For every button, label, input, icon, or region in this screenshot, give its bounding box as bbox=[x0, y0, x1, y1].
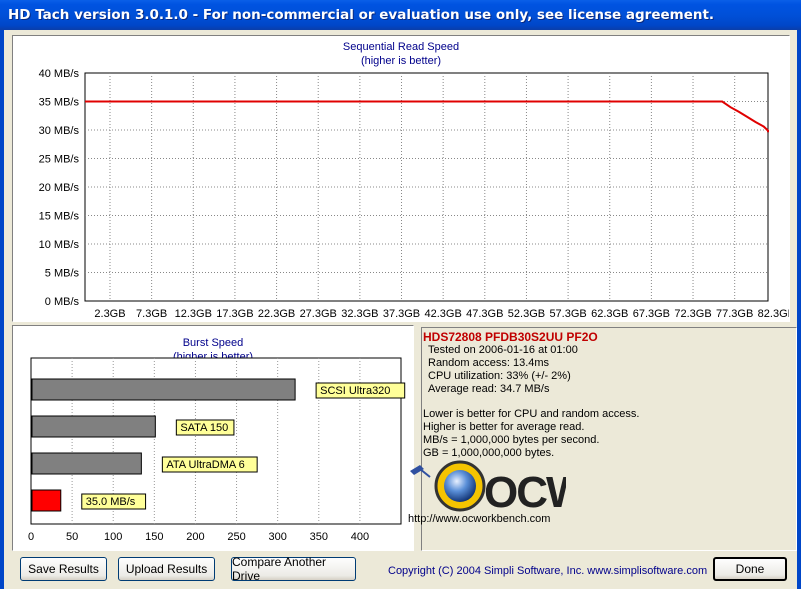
x-tick-label: 7.3GB bbox=[136, 308, 167, 320]
y-tick-label: 30 MB/s bbox=[39, 125, 80, 137]
burst-bar-label: SCSI Ultra320 bbox=[320, 385, 390, 397]
note-higher-better: Higher is better for average read. bbox=[423, 421, 585, 433]
drive-model: HDS72808 PFDB30S2UU PF2O bbox=[423, 330, 598, 344]
ocw-logo: OCW bbox=[410, 460, 566, 517]
hdtach-window: HD Tach version 3.0.1.0 - For non-commer… bbox=[0, 0, 801, 589]
y-tick-label: 5 MB/s bbox=[45, 268, 80, 280]
burst-bar bbox=[31, 415, 156, 438]
burst-x-tick-label: 200 bbox=[186, 531, 204, 543]
window-frame-left bbox=[0, 30, 4, 589]
x-tick-label: 32.3GB bbox=[341, 308, 378, 320]
burst-x-tick-label: 250 bbox=[227, 531, 245, 543]
y-tick-label: 35 MB/s bbox=[39, 97, 80, 109]
x-tick-label: 77.3GB bbox=[716, 308, 753, 320]
ocw-url[interactable]: http://www.ocworkbench.com bbox=[408, 513, 550, 525]
burst-speed-chart: 0 50 100 150 200 250 300 350 400 SCSI Ultra320 SAT… bbox=[28, 357, 406, 543]
burst-bar-label: 35.0 MB/s bbox=[86, 496, 136, 508]
burst-bar bbox=[31, 489, 62, 512]
x-tick-label: 67.3GB bbox=[633, 308, 670, 320]
x-tick-label: 27.3GB bbox=[300, 308, 337, 320]
x-tick-label: 17.3GB bbox=[216, 308, 253, 320]
x-tick-label: 37.3GB bbox=[383, 308, 420, 320]
burst-x-tick-label: 400 bbox=[351, 531, 369, 543]
y-tick-label: 15 MB/s bbox=[39, 211, 80, 223]
burst-x-tick-label: 100 bbox=[104, 531, 122, 543]
burst-x-tick-label: 150 bbox=[145, 531, 163, 543]
x-tick-label: 52.3GB bbox=[508, 308, 545, 320]
y-tick-label: 0 MB/s bbox=[45, 296, 80, 308]
y-tick-label: 10 MB/s bbox=[39, 239, 80, 251]
save-results-button[interactable]: Save Results bbox=[20, 557, 107, 581]
x-tick-label: 42.3GB bbox=[425, 308, 462, 320]
burst-bar bbox=[31, 378, 296, 401]
info-cpu-utilization: CPU utilization: 33% (+/- 2%) bbox=[428, 370, 571, 382]
x-tick-label: 47.3GB bbox=[466, 308, 503, 320]
y-tick-label: 25 MB/s bbox=[39, 154, 80, 166]
globe-icon bbox=[444, 470, 476, 502]
x-tick-label: 2.3GB bbox=[94, 308, 125, 320]
y-tick-label: 40 MB/s bbox=[39, 68, 80, 80]
compare-another-drive-label: Compare Another Drive bbox=[232, 555, 327, 583]
burst-x-tick-label: 300 bbox=[268, 531, 286, 543]
satellite-icon bbox=[410, 465, 431, 478]
title-bar[interactable]: HD Tach version 3.0.1.0 - For non-commer… bbox=[0, 0, 801, 30]
window-title: HD Tach version 3.0.1.0 - For non-commer… bbox=[8, 7, 715, 23]
note-lower-better: Lower is better for CPU and random acces… bbox=[423, 408, 640, 420]
burst-x-tick-label: 0 bbox=[28, 531, 34, 543]
sequential-read-panel: Sequential Read Speed (higher is better)… bbox=[12, 35, 790, 322]
note-mbs-definition: MB/s = 1,000,000 bytes per second. bbox=[423, 434, 600, 446]
x-tick-label: 22.3GB bbox=[258, 308, 295, 320]
done-label: Done bbox=[735, 562, 765, 576]
compare-another-drive-button[interactable]: Compare Another Drive bbox=[231, 555, 356, 583]
upload-results-label: Upload Results bbox=[125, 562, 208, 576]
save-results-label: Save Results bbox=[28, 562, 99, 576]
x-tick-label: 62.3GB bbox=[591, 308, 628, 320]
sequential-read-chart: 0 MB/s 5 MB/s 10 MB/s 15 MB/s 20 MB/s 25 MB/s… bbox=[39, 68, 789, 320]
copyright-text: Copyright (C) 2004 Simpli Software, Inc.… bbox=[388, 565, 708, 577]
info-tested-on: Tested on 2006-01-16 at 01:00 bbox=[428, 344, 578, 356]
info-random-access: Random access: 13.4ms bbox=[428, 357, 550, 369]
x-tick-label: 57.3GB bbox=[549, 308, 586, 320]
info-average-read: Average read: 34.7 MB/s bbox=[428, 383, 550, 395]
burst-bar-label: SATA 150 bbox=[180, 422, 228, 434]
y-tick-label: 20 MB/s bbox=[39, 182, 80, 194]
upload-results-button[interactable]: Upload Results bbox=[118, 557, 215, 581]
burst-x-tick-label: 50 bbox=[66, 531, 78, 543]
x-tick-label: 82.3GB bbox=[758, 308, 789, 320]
window-frame-right bbox=[797, 30, 801, 589]
ocw-logo-text: OCW bbox=[484, 468, 566, 517]
done-button[interactable]: Done bbox=[713, 557, 787, 581]
burst-bar bbox=[31, 452, 142, 475]
x-tick-label: 72.3GB bbox=[674, 308, 711, 320]
burst-x-tick-label: 350 bbox=[310, 531, 328, 543]
burst-bar-label: ATA UltraDMA 6 bbox=[166, 459, 244, 471]
burst-speed-panel: Burst Speed (higher is better) 0 50 100 150… bbox=[12, 325, 414, 551]
x-tick-label: 12.3GB bbox=[175, 308, 212, 320]
